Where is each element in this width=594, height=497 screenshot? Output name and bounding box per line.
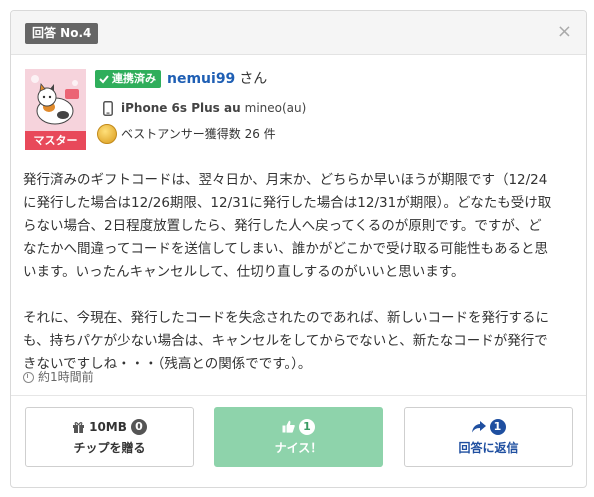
answer-header: 回答 No.4 × [11,11,586,55]
device-model: iPhone 6s Plus au [121,101,241,115]
avatar[interactable] [25,69,86,131]
tip-label: チップを贈る [73,440,146,455]
clock-icon [23,371,34,383]
send-tip-button[interactable]: 10MB 0 チップを贈る [25,407,194,467]
reply-arrow-icon [471,420,486,432]
nice-count: 1 [299,418,315,435]
thumbs-up-icon [282,420,295,433]
linked-label: 連携済み [112,72,156,85]
divider [11,395,586,396]
device-carrier: mineo(au) [244,101,307,115]
smartphone-icon [103,100,113,116]
best-answer-count: ベストアンサー獲得数 26 件 [97,124,276,144]
timestamp: 約1時間前 [23,368,94,386]
reply-count: 1 [489,418,506,435]
device-info: iPhone 6s Plus au mineo(au) [103,99,306,117]
tip-count: 0 [130,418,147,435]
cat-illustration-icon [25,69,86,131]
best-answer-label: ベストアンサー獲得数 26 件 [121,127,276,141]
reply-button[interactable]: 1 回答に返信 [404,407,573,467]
linked-badge: 連携済み [95,70,161,88]
user-info: マスター 連携済み nemui99 さん iPhone 6s Plus au min… [25,69,575,159]
close-icon[interactable]: × [557,21,572,43]
time-ago: 約1時間前 [38,370,94,384]
tip-amount: 10MB [89,419,127,434]
rank-badge: マスター [25,131,86,150]
nice-button[interactable]: 1 ナイス！ [214,407,383,467]
medal-icon [97,124,117,144]
answer-body: 発行済みのギフトコードは、翌々日か、月末か、どちらか早いほうが期限です（12/2… [23,172,552,372]
user-name-link[interactable]: nemui99 [167,71,235,87]
user-name: nemui99 さん [167,69,267,89]
gift-icon [73,421,85,433]
honorific: さん [239,71,268,87]
check-icon [99,75,109,84]
answer-number-badge: 回答 No.4 [25,23,99,44]
nice-label: ナイス！ [274,440,323,455]
answer-card: 回答 No.4 × マスター 連携済み nemui99 さん iPhone 6s… [10,10,587,488]
reply-label: 回答に返信 [458,440,519,455]
